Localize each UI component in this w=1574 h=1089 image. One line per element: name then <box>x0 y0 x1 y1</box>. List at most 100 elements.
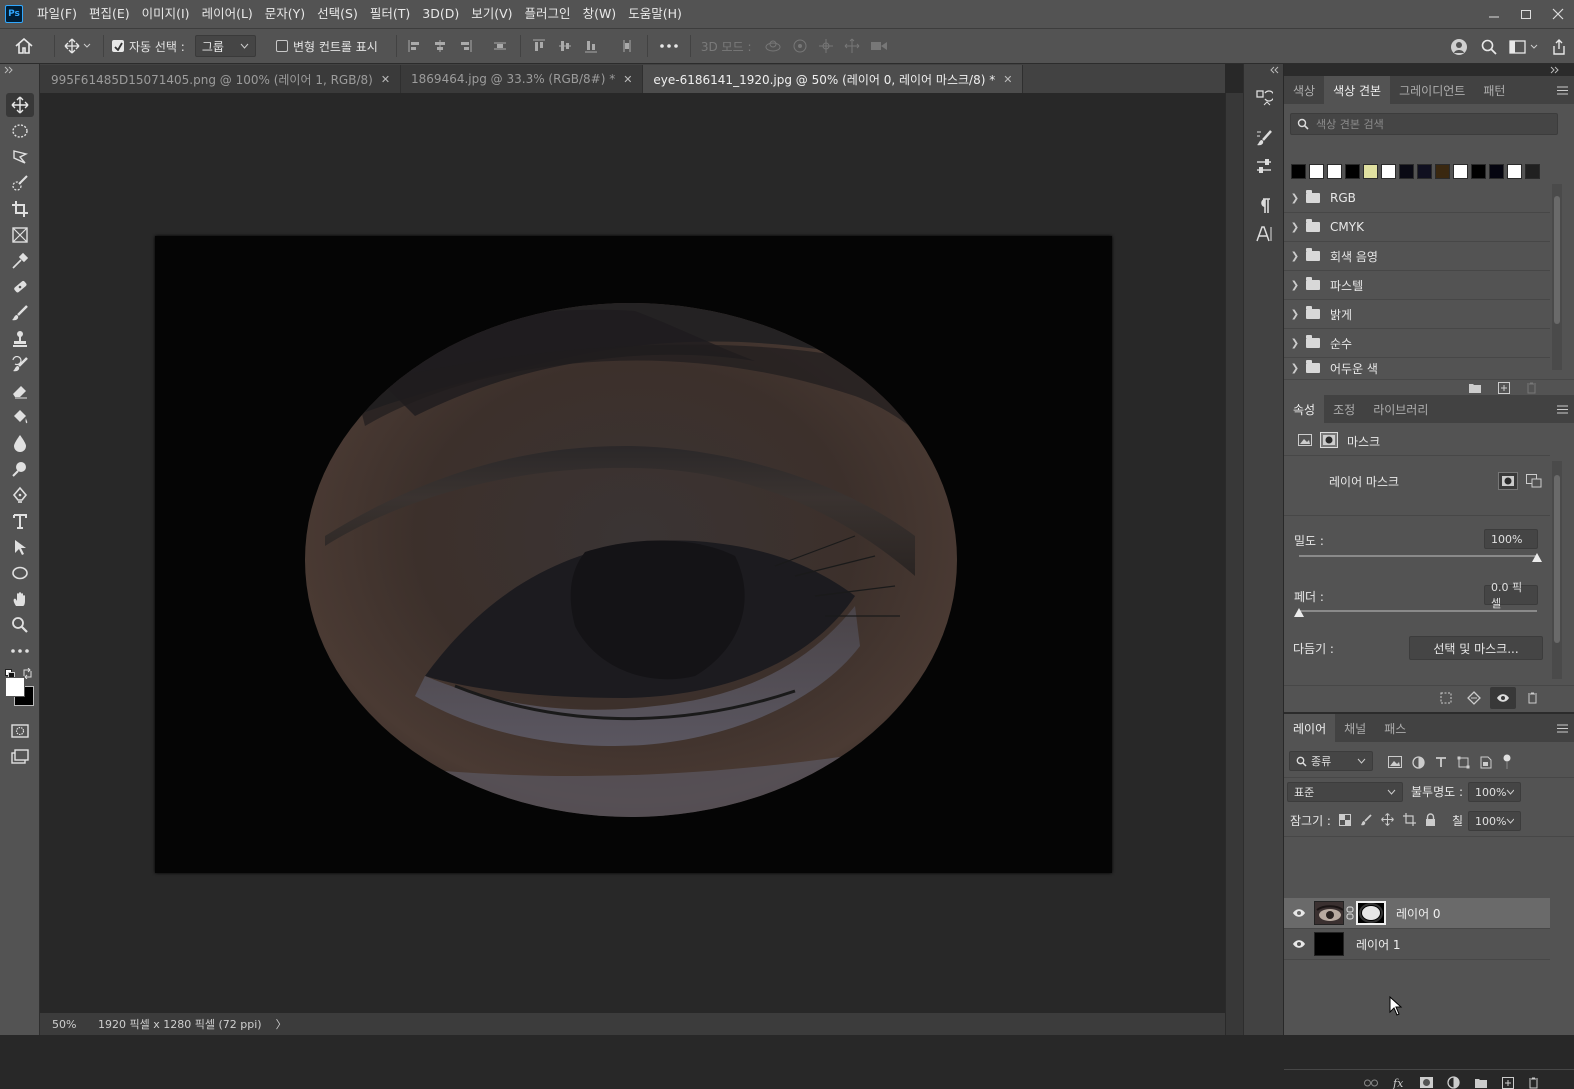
document-canvas[interactable] <box>155 236 1112 873</box>
tab-color[interactable]: 색상 <box>1284 76 1324 104</box>
lasso-tool-icon[interactable] <box>6 145 34 169</box>
properties-scrollbar[interactable] <box>1552 461 1562 679</box>
cloud-user-icon[interactable] <box>1444 33 1474 61</box>
filter-adjustment-icon[interactable] <box>1412 755 1425 769</box>
collapse-toolbar-icon[interactable] <box>4 66 14 74</box>
new-group-icon[interactable] <box>1468 382 1482 394</box>
foreground-color-swatch[interactable] <box>5 677 25 697</box>
layer-thumbnail[interactable] <box>1314 932 1344 956</box>
add-mask-icon[interactable] <box>1420 1077 1433 1088</box>
apply-mask-diamond-icon[interactable] <box>1467 691 1481 705</box>
color-swatch[interactable] <box>1453 164 1468 179</box>
delete-mask-icon[interactable] <box>1527 692 1538 704</box>
filter-toggle-icon[interactable] <box>1502 754 1512 770</box>
menu-view[interactable]: 보기(V) <box>465 0 518 28</box>
quick-mask-icon[interactable] <box>6 719 34 743</box>
brush-settings-icon[interactable] <box>1252 126 1276 150</box>
layer-filter-dropdown[interactable]: 종류 <box>1289 751 1373 771</box>
menu-file[interactable]: 파일(F) <box>31 0 83 28</box>
new-layer-icon[interactable] <box>1502 1076 1514 1089</box>
select-and-mask-button[interactable]: 선택 및 마스크... <box>1409 636 1543 660</box>
color-swatch[interactable] <box>1435 164 1450 179</box>
hand-tool-icon[interactable] <box>6 587 34 611</box>
new-swatch-icon[interactable] <box>1498 382 1510 394</box>
lock-all-icon[interactable] <box>1425 813 1436 826</box>
align-right-edges-icon[interactable] <box>457 38 473 54</box>
color-swatch[interactable] <box>1399 164 1414 179</box>
filter-type-icon[interactable] <box>1435 756 1447 768</box>
panel-menu-icon[interactable] <box>1557 722 1568 736</box>
lock-position-icon[interactable] <box>1381 813 1394 826</box>
filter-shape-icon[interactable] <box>1457 756 1470 769</box>
tab-properties[interactable]: 속성 <box>1284 395 1325 423</box>
tab-libraries[interactable]: 라이브러리 <box>1364 395 1437 423</box>
add-vector-mask-icon[interactable] <box>1526 474 1542 488</box>
tab-paths[interactable]: 패스 <box>1375 714 1415 742</box>
delete-icon[interactable] <box>1526 382 1537 394</box>
new-group-folder-icon[interactable] <box>1474 1077 1488 1089</box>
3d-roll-icon[interactable] <box>792 38 808 54</box>
distribute-horizontal-icon[interactable] <box>619 38 635 54</box>
swatch-group[interactable]: ❯ 어두운 색 <box>1284 358 1550 378</box>
swatch-group[interactable]: ❯ RGB <box>1284 184 1550 213</box>
color-swatch[interactable] <box>1363 164 1378 179</box>
menu-edit[interactable]: 편집(E) <box>83 0 136 28</box>
move-tool-preset-icon[interactable] <box>61 32 97 60</box>
delete-layer-icon[interactable] <box>1528 1077 1539 1089</box>
swatches-scrollbar[interactable] <box>1552 184 1562 370</box>
search-icon[interactable] <box>1474 33 1504 61</box>
color-swatch[interactable] <box>1345 164 1360 179</box>
color-swatch[interactable] <box>1309 164 1324 179</box>
blend-mode-dropdown[interactable]: 표준 <box>1287 782 1403 802</box>
swatch-group[interactable]: ❯ CMYK <box>1284 213 1550 242</box>
link-layers-icon[interactable] <box>1364 1079 1378 1087</box>
panel-menu-icon[interactable] <box>1557 403 1568 417</box>
align-bottom-edges-icon[interactable] <box>583 38 599 54</box>
fx-layer-style-icon[interactable]: fx <box>1392 1077 1406 1089</box>
collapse-dock-icon[interactable] <box>1270 66 1280 74</box>
color-swatch[interactable] <box>1381 164 1396 179</box>
load-selection-icon[interactable] <box>1440 692 1452 704</box>
restore-icon[interactable] <box>1510 0 1542 28</box>
close-tab-icon[interactable]: ✕ <box>1003 73 1012 86</box>
swatch-group[interactable]: ❯ 회색 음영 <box>1284 242 1550 271</box>
3d-orbit-icon[interactable] <box>764 38 782 54</box>
color-swatch[interactable] <box>1507 164 1522 179</box>
brush-tool-icon[interactable] <box>6 301 34 325</box>
tab-adjustments[interactable]: 조정 <box>1324 395 1364 423</box>
document-tab-active[interactable]: eye-6186141_1920.jpg @ 50% (레이어 0, 레이어 마… <box>643 65 1024 93</box>
filter-pixel-icon[interactable] <box>1388 756 1402 768</box>
tab-swatches[interactable]: 색상 견본 <box>1324 76 1391 104</box>
eraser-tool-icon[interactable] <box>6 379 34 403</box>
close-tab-icon[interactable]: ✕ <box>623 73 632 86</box>
menu-3d[interactable]: 3D(D) <box>416 0 465 28</box>
canvas-scrollbar[interactable] <box>1225 93 1243 1035</box>
toggle-mask-visibility-icon[interactable] <box>1490 687 1516 709</box>
move-tool-icon[interactable] <box>6 93 34 117</box>
3d-slide-icon[interactable] <box>844 38 860 54</box>
swatch-group[interactable]: ❯ 파스텔 <box>1284 271 1550 300</box>
fill-field[interactable]: 100% <box>1468 811 1521 831</box>
apply-mask-icon[interactable] <box>1498 472 1518 490</box>
minimize-icon[interactable] <box>1478 0 1510 28</box>
more-options-icon[interactable] <box>654 44 684 48</box>
menu-filter[interactable]: 필터(T) <box>364 0 416 28</box>
eye-visibility-icon[interactable] <box>1284 898 1314 928</box>
layer-name[interactable]: 레이어 1 <box>1356 936 1401 953</box>
pixel-mask-icon[interactable] <box>1298 434 1312 446</box>
tab-layers[interactable]: 레이어 <box>1284 714 1336 742</box>
share-icon[interactable] <box>1544 33 1574 61</box>
zoom-level[interactable]: 50% <box>52 1018 98 1031</box>
elliptical-marquee-tool-icon[interactable] <box>6 119 34 143</box>
panel-menu-icon[interactable] <box>1557 84 1568 98</box>
auto-select-target-dropdown[interactable]: 그룹 <box>194 35 256 57</box>
distribute-vertical-icon[interactable] <box>492 38 508 54</box>
color-swatch[interactable] <box>1471 164 1486 179</box>
quick-selection-tool-icon[interactable] <box>6 171 34 195</box>
workspace-icon[interactable] <box>1504 33 1544 61</box>
3d-pan-icon[interactable] <box>818 38 834 54</box>
eyedropper-tool-icon[interactable] <box>6 249 34 273</box>
crop-tool-icon[interactable] <box>6 197 34 221</box>
eye-visibility-icon[interactable] <box>1284 929 1314 959</box>
link-mask-icon[interactable] <box>1344 906 1356 920</box>
